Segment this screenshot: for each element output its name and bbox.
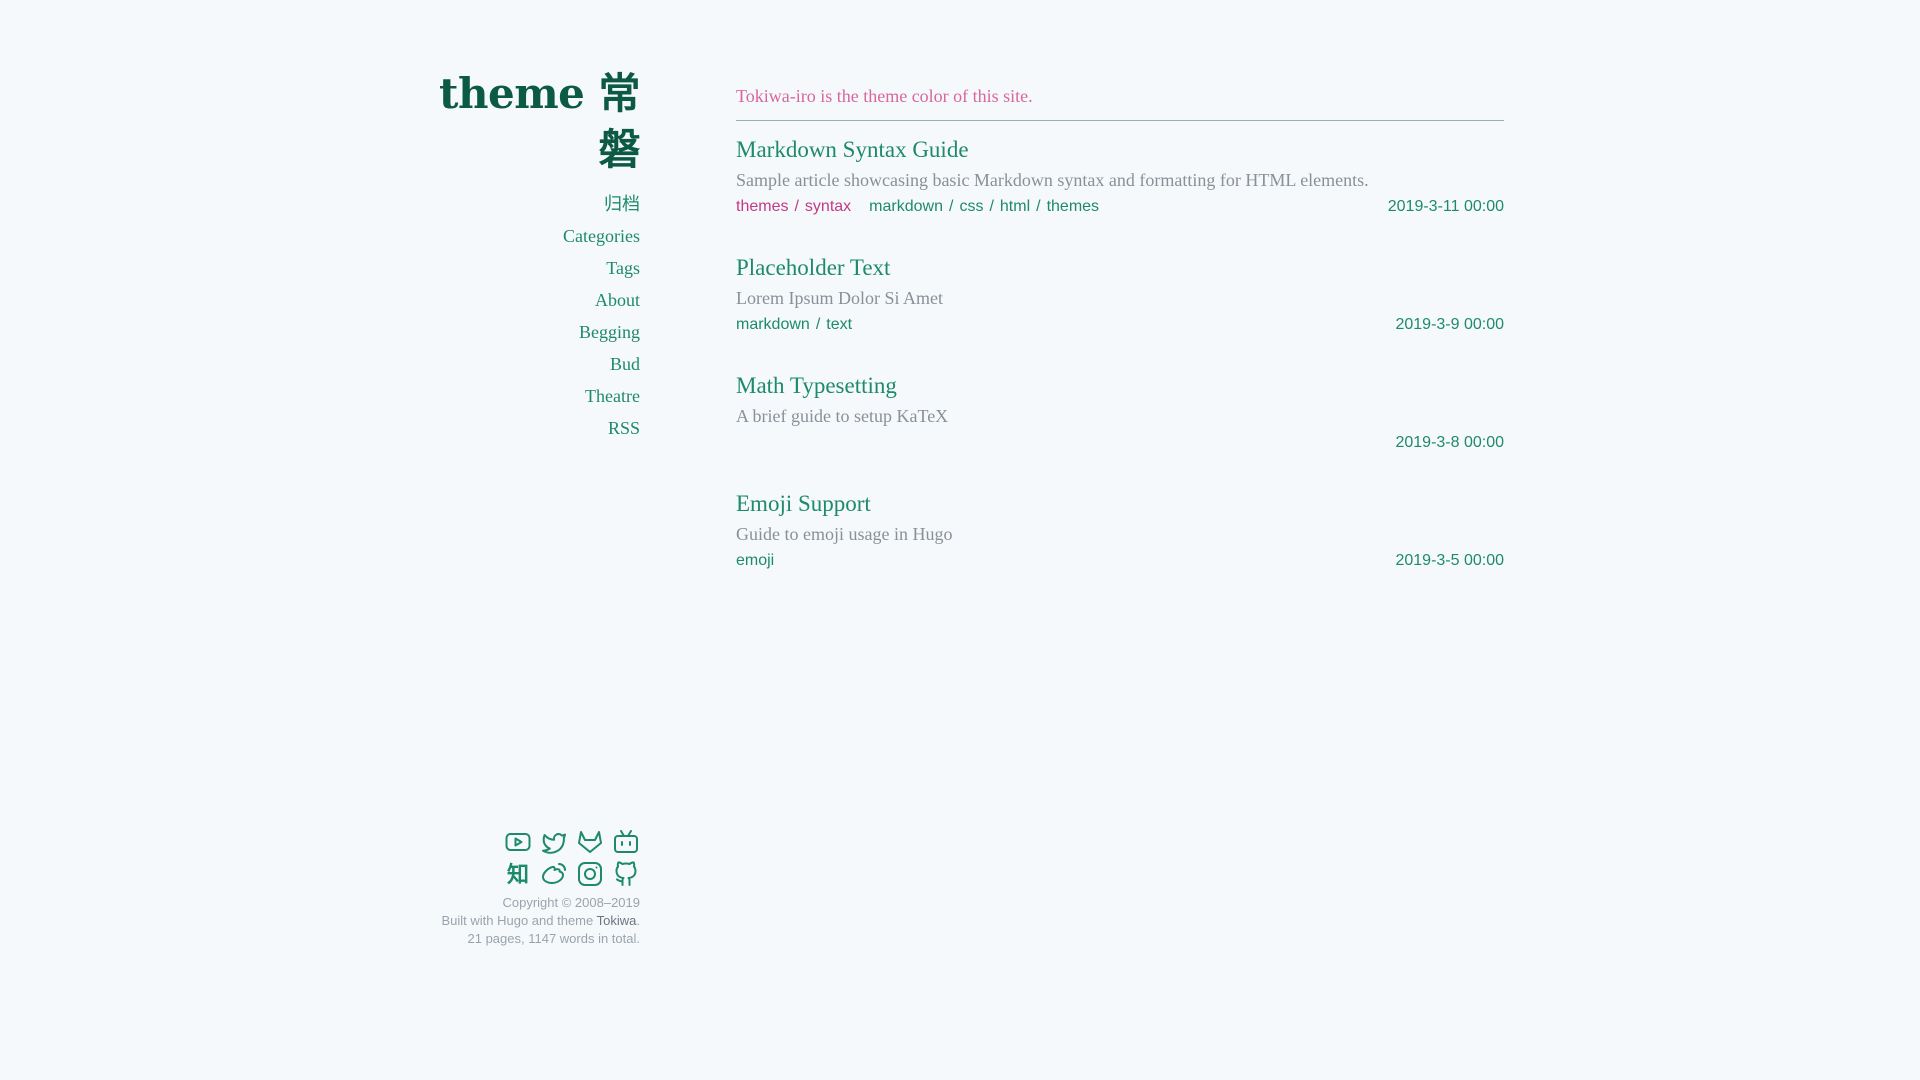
post-title[interactable]: Math Typesetting <box>736 371 1504 401</box>
nav-item-about[interactable]: About <box>400 284 640 316</box>
main-content: Tokiwa-iro is the theme color of this si… <box>736 84 1504 573</box>
tag-link[interactable]: text <box>826 316 852 333</box>
tag-link[interactable]: emoji <box>736 552 774 569</box>
post-item: Placeholder Text Lorem Ipsum Dolor Si Ame… <box>736 253 1504 337</box>
separator: / <box>794 198 799 215</box>
tag-link[interactable]: markdown <box>736 316 810 333</box>
zhihu-icon[interactable]: 知 <box>504 860 532 888</box>
category-link[interactable]: syntax <box>805 198 851 215</box>
social-row-1 <box>400 828 640 856</box>
nav-item-bud[interactable]: Bud <box>400 348 640 380</box>
stats-text: 21 pages, 1147 words in total. <box>467 931 641 946</box>
nav-item-rss[interactable]: RSS <box>400 412 640 444</box>
post-title[interactable]: Emoji Support <box>736 489 1504 519</box>
nav-item-begging[interactable]: Begging <box>400 316 640 348</box>
tag-list: markdown / css / html / themes <box>869 195 1099 219</box>
post-meta: themes / syntax markdown / css / html / themes 201… <box>736 195 1504 219</box>
theme-link[interactable]: Tokiwa <box>597 913 637 928</box>
post-item: Markdown Syntax Guide Sample article show… <box>736 135 1504 219</box>
post-date: 2019-3-5 00:00 <box>1395 552 1504 569</box>
tag-list: markdown / text <box>736 313 852 337</box>
youtube-icon[interactable] <box>504 828 532 856</box>
post-meta: 2019-3-8 00:00 <box>736 431 1504 455</box>
main-nav: 归档 Categories Tags About Begging Bud The… <box>400 188 640 444</box>
post-title[interactable]: Markdown Syntax Guide <box>736 135 1504 165</box>
tag-link[interactable]: css <box>959 198 983 215</box>
tag-link[interactable]: themes <box>1047 198 1099 215</box>
post-taxonomy: emoji <box>736 549 774 573</box>
bilibili-icon[interactable] <box>612 828 640 856</box>
site-tagline: Tokiwa-iro is the theme color of this si… <box>736 84 1504 121</box>
category-link[interactable]: themes <box>736 198 788 215</box>
nav-item-categories[interactable]: Categories <box>400 220 640 252</box>
sidebar-footer: 知 Copyright © 2008–2019 Built with Hugo … <box>400 828 640 948</box>
post-date: 2019-3-11 00:00 <box>1387 198 1504 215</box>
tag-list: emoji <box>736 549 774 573</box>
separator: / <box>815 316 821 333</box>
tag-link[interactable]: markdown <box>869 198 943 215</box>
nav-item-tags[interactable]: Tags <box>400 252 640 284</box>
sidebar: theme 常磐 归档 Categories Tags About Beggin… <box>400 66 640 444</box>
post-meta: emoji 2019-3-5 00:00 <box>736 549 1504 573</box>
separator: / <box>989 198 994 215</box>
post-item: Math Typesetting A brief guide to setup K… <box>736 371 1504 455</box>
zhihu-glyph: 知 <box>507 862 529 888</box>
post-summary: Sample article showcasing basic Markdown… <box>736 170 1369 190</box>
built-with-text: Built with Hugo and theme Tokiwa. <box>400 912 640 930</box>
site-title[interactable]: theme 常磐 <box>400 66 640 178</box>
post-list: Markdown Syntax Guide Sample article show… <box>736 135 1504 573</box>
tag-link[interactable]: html <box>1000 198 1030 215</box>
instagram-icon[interactable] <box>576 860 604 888</box>
nav-item-archive[interactable]: 归档 <box>400 188 640 220</box>
copyright-text: Copyright © 2008–2019 <box>502 895 640 910</box>
post-summary: A brief guide to setup KaTeX <box>736 406 949 426</box>
post-meta: markdown / text 2019-3-9 00:00 <box>736 313 1504 337</box>
twitter-icon[interactable] <box>540 828 568 856</box>
post-title[interactable]: Placeholder Text <box>736 253 1504 283</box>
built-with-prefix: Built with Hugo and theme <box>441 913 597 928</box>
social-row-2: 知 <box>400 860 640 888</box>
post-date: 2019-3-9 00:00 <box>1395 316 1504 333</box>
built-with-suffix: . <box>636 913 640 928</box>
weibo-icon[interactable] <box>540 860 568 888</box>
post-taxonomy: themes / syntax markdown / css / html / themes <box>736 195 1099 219</box>
separator: / <box>948 198 954 215</box>
category-list: themes / syntax <box>736 195 851 219</box>
post-summary: Guide to emoji usage in Hugo <box>736 524 953 544</box>
post-date: 2019-3-8 00:00 <box>1395 434 1504 451</box>
github-icon[interactable] <box>612 860 640 888</box>
post-taxonomy: markdown / text <box>736 313 852 337</box>
post-summary: Lorem Ipsum Dolor Si Amet <box>736 288 943 308</box>
nav-item-theatre[interactable]: Theatre <box>400 380 640 412</box>
separator: / <box>1036 198 1041 215</box>
post-item: Emoji Support Guide to emoji usage in Hug… <box>736 489 1504 573</box>
gitlab-icon[interactable] <box>576 828 604 856</box>
